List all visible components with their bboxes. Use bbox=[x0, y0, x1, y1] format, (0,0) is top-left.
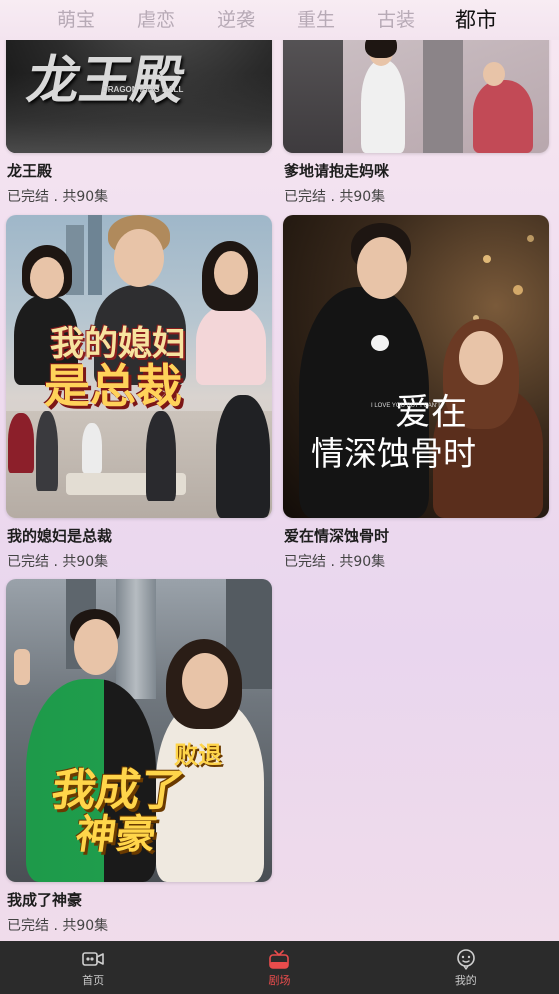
tab-mengbao[interactable]: 萌宝 bbox=[36, 4, 116, 36]
poster-subtitle: DRAGON KING HALL bbox=[102, 85, 184, 94]
poster-small-text: I LOVE YOU BUT I CAN'T bbox=[371, 403, 441, 409]
poster-title-line3: 神豪 bbox=[72, 811, 160, 858]
drama-title: 我成了神豪 bbox=[7, 891, 83, 909]
profile-face-icon bbox=[457, 948, 475, 970]
poster-title-line2: 情深蚀骨时 bbox=[311, 434, 476, 473]
video-camera-icon bbox=[82, 951, 104, 966]
poster-title-line1: 我的媳妇 bbox=[50, 324, 186, 364]
drama-status: 已完结 . 共90集 bbox=[7, 189, 109, 205]
tab-chongsheng[interactable]: 重生 bbox=[276, 4, 356, 36]
drama-poster[interactable]: 我的媳妇 是总裁 bbox=[6, 215, 272, 518]
bottom-nav: 首页 剧场 我的 bbox=[0, 941, 559, 994]
drama-status: 已完结 . 共90集 bbox=[284, 189, 386, 205]
drama-status: 已完结 . 共90集 bbox=[7, 554, 109, 570]
category-tabs: 萌宝 虐恋 逆袭 重生 古装 都市 bbox=[0, 0, 559, 40]
drama-title: 我的媳妇是总裁 bbox=[7, 527, 113, 545]
drama-card[interactable]: 败退 我成了 神豪 我成了神豪 已完结 . 共90集 bbox=[6, 579, 272, 934]
poster-title-line2: 我成了 bbox=[48, 765, 188, 816]
drama-card[interactable]: 我的媳妇 是总裁 我的媳妇是总裁 已完结 . 共90集 bbox=[6, 215, 272, 570]
nav-theater[interactable]: 剧场 bbox=[186, 941, 372, 994]
drama-status: 已完结 . 共90集 bbox=[7, 918, 109, 934]
poster-title: 龙王殿 bbox=[22, 50, 190, 111]
nav-profile-label: 我的 bbox=[454, 973, 477, 987]
drama-grid: 龙王殿 DRAGON KING HALL 龙王殿 已完结 . 共90集 爹地请抱… bbox=[0, 0, 559, 941]
drama-poster[interactable]: 败退 我成了 神豪 bbox=[6, 579, 272, 882]
nav-home[interactable]: 首页 bbox=[0, 941, 186, 994]
drama-card[interactable]: 爱在 情深蚀骨时 I LOVE YOU BUT I CAN'T 爱在情深蚀骨时 … bbox=[283, 215, 549, 570]
poster-title-line1: 爱在 bbox=[395, 392, 468, 433]
nav-home-label: 首页 bbox=[82, 973, 105, 987]
drama-title: 爹地请抱走妈咪 bbox=[284, 162, 390, 180]
poster-title-line1: 败退 bbox=[174, 740, 222, 769]
tab-nuelian[interactable]: 虐恋 bbox=[116, 4, 196, 36]
drama-title: 爱在情深蚀骨时 bbox=[284, 527, 390, 545]
drama-status: 已完结 . 共90集 bbox=[284, 554, 386, 570]
tab-guzhuang[interactable]: 古装 bbox=[356, 4, 436, 36]
nav-theater-label: 剧场 bbox=[268, 973, 291, 987]
drama-title: 龙王殿 bbox=[7, 162, 53, 180]
tab-dushi[interactable]: 都市 bbox=[436, 4, 516, 36]
nav-profile[interactable]: 我的 bbox=[373, 941, 559, 994]
tv-icon bbox=[269, 949, 290, 969]
drama-poster[interactable]: 爱在 情深蚀骨时 I LOVE YOU BUT I CAN'T bbox=[283, 215, 549, 518]
tab-nixi[interactable]: 逆袭 bbox=[196, 4, 276, 36]
poster-title-line2: 是总裁 bbox=[44, 359, 182, 413]
